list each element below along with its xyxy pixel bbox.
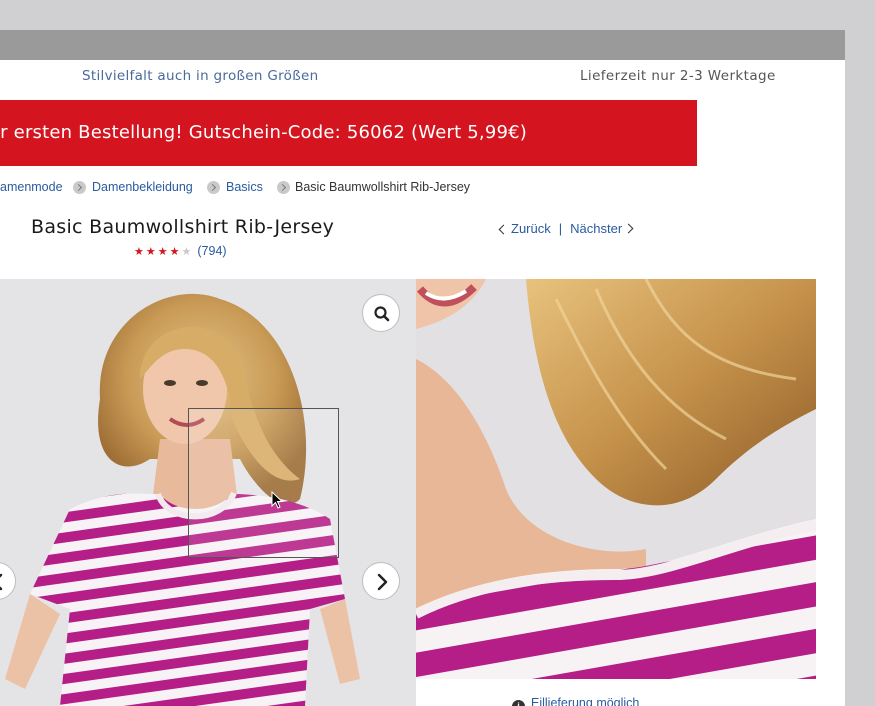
prev-image-button[interactable]	[0, 562, 16, 600]
top-bar	[0, 30, 845, 60]
rating-stars: ★ ★ ★ ★ ★	[134, 244, 193, 258]
promo-text: rer ersten Bestellung! Gutschein-Code: 5…	[0, 122, 527, 143]
back-link[interactable]: Zurück	[497, 221, 551, 236]
zoom-search-button[interactable]	[362, 294, 400, 332]
breadcrumb-chevron-icon	[277, 181, 290, 194]
review-count[interactable]: (794)	[197, 244, 226, 258]
breadcrumb-chevron-icon	[73, 181, 86, 194]
search-icon	[374, 306, 390, 322]
mouse-cursor-icon	[271, 491, 283, 509]
chevron-left-icon	[498, 224, 509, 235]
pager-separator: |	[558, 221, 563, 236]
info-icon: i	[512, 700, 525, 706]
chevron-right-icon	[377, 573, 388, 591]
next-image-button[interactable]	[362, 562, 400, 600]
page: Stilvielfalt auch in großen Größen Liefe…	[0, 30, 845, 706]
info-right-text: Lieferzeit nur 2-3 Werktage	[580, 68, 776, 84]
delivery-label: Eillieferung möglich	[531, 696, 640, 706]
breadcrumb-item-damenmode[interactable]: amenmode	[0, 180, 63, 194]
star-icon: ★	[145, 245, 156, 258]
star-icon: ★	[157, 245, 168, 258]
breadcrumb-current: Basic Baumwollshirt Rib-Jersey	[295, 180, 471, 194]
chevron-left-icon	[0, 573, 3, 591]
express-delivery-note[interactable]: i Eillieferung möglich	[512, 696, 639, 706]
promo-banner[interactable]: rer ersten Bestellung! Gutschein-Code: 5…	[0, 100, 697, 166]
star-icon: ★	[169, 245, 180, 258]
info-left-text: Stilvielfalt auch in großen Größen	[82, 68, 319, 84]
next-link[interactable]: Nächster	[570, 221, 634, 236]
breadcrumb-item-basics[interactable]: Basics	[226, 180, 263, 194]
product-rating[interactable]: ★ ★ ★ ★ ★ (794)	[134, 244, 227, 258]
back-label: Zurück	[511, 221, 551, 236]
zoom-lens[interactable]	[188, 408, 339, 558]
product-pager: Zurück | Nächster	[497, 221, 634, 236]
chevron-right-icon	[623, 223, 634, 234]
zoom-detail-image	[416, 279, 816, 679]
zoom-photo	[416, 279, 816, 679]
next-label: Nächster	[570, 221, 623, 236]
breadcrumb-chevron-icon	[207, 181, 220, 194]
product-title: Basic Baumwollshirt Rib-Jersey	[31, 216, 335, 238]
star-icon: ★	[181, 245, 192, 258]
breadcrumb-item-damenbekleidung[interactable]: Damenbekleidung	[92, 180, 193, 194]
star-icon: ★	[134, 245, 144, 258]
